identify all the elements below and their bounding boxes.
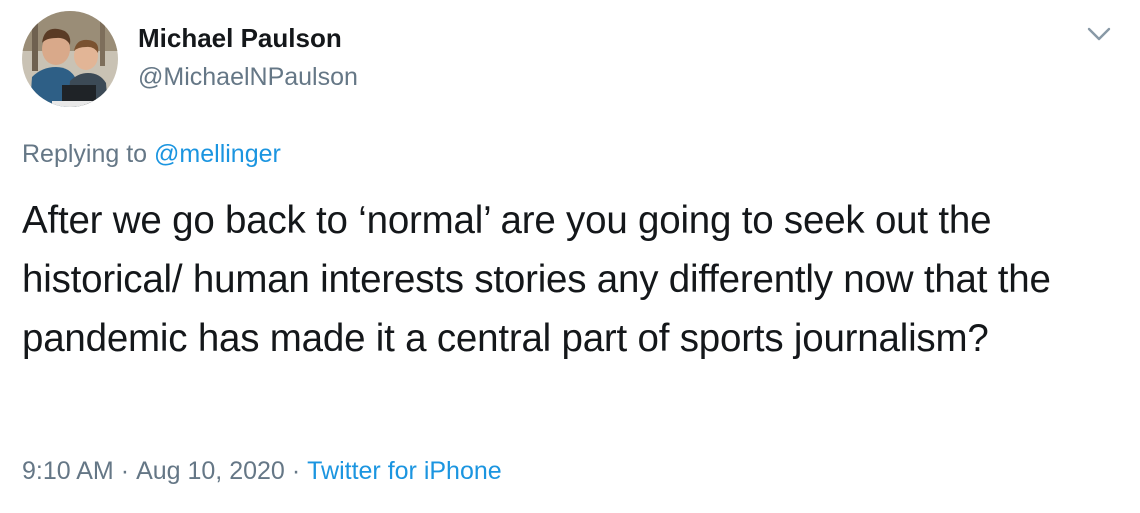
reply-prefix: Replying to (22, 140, 155, 168)
meta-separator: · (120, 457, 130, 485)
reply-context: Replying to @mellinger (22, 137, 281, 171)
reply-mention-link[interactable]: @mellinger (154, 140, 281, 168)
chevron-down-icon[interactable] (1084, 22, 1114, 46)
avatar[interactable] (22, 11, 118, 107)
tweet-text: After we go back to ‘normal’ are you goi… (22, 199, 1051, 360)
user-handle[interactable]: @MichaelNPaulson (138, 60, 358, 94)
tweet-meta: 9:10 AM · Aug 10, 2020 · Twitter for iPhone (22, 454, 502, 488)
tweet-date[interactable]: Aug 10, 2020 (136, 457, 285, 485)
meta-separator: · (291, 457, 301, 485)
tweet-time[interactable]: 9:10 AM (22, 457, 114, 485)
avatar-photo (22, 11, 118, 107)
display-name[interactable]: Michael Paulson (138, 20, 342, 56)
tweet-card: Michael Paulson @MichaelNPaulson Replyin… (0, 0, 1140, 513)
tweet-source-link[interactable]: Twitter for iPhone (307, 457, 502, 485)
